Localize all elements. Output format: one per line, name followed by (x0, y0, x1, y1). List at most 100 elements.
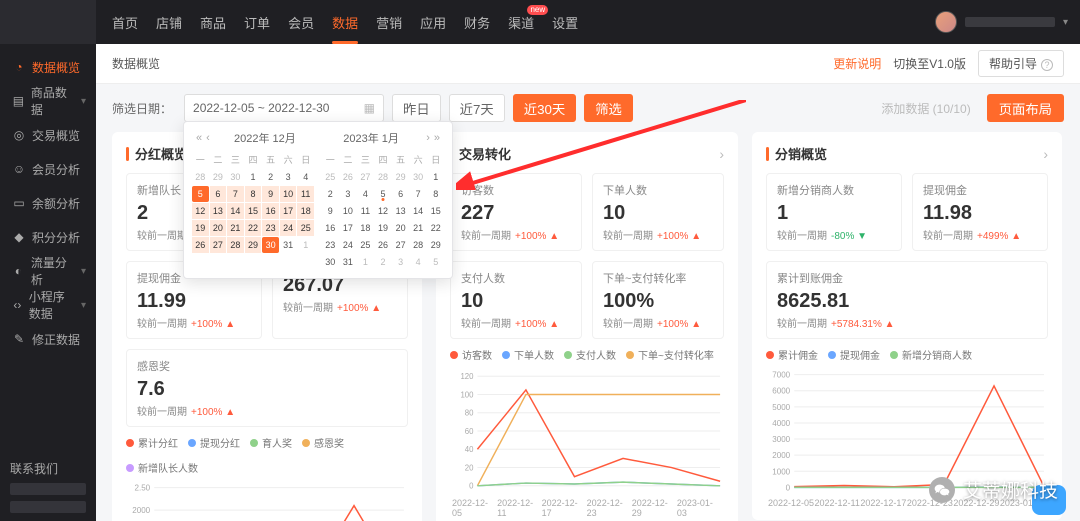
calendar-day[interactable]: 20 (210, 220, 227, 236)
calendar-day[interactable]: 27 (210, 237, 227, 253)
card-more[interactable]: › (719, 146, 724, 162)
layout-button[interactable]: 页面布局 (987, 94, 1064, 122)
sidebar-item-members[interactable]: ☺会员分析 (0, 152, 96, 186)
calendar-day[interactable]: 19 (375, 220, 392, 236)
calendar-day[interactable]: 5 (375, 186, 392, 202)
calendar-day[interactable]: 9 (262, 186, 279, 202)
calendar-day[interactable]: 31 (280, 237, 297, 253)
calendar-day[interactable]: 21 (410, 220, 427, 236)
calendar-day[interactable]: 25 (357, 237, 374, 253)
calendar-day[interactable]: 31 (340, 254, 357, 270)
calendar-day[interactable]: 22 (427, 220, 444, 236)
date-range-input[interactable]: 2022-12-05 ~ 2022-12-30 ▦ « ‹ 2022年 12月 … (184, 94, 384, 122)
calendar-day[interactable]: 30 (262, 237, 279, 253)
calendar-day[interactable]: 9 (322, 203, 339, 219)
card-more[interactable]: › (1043, 146, 1048, 162)
avatar[interactable] (935, 11, 957, 33)
nav-member[interactable]: 会员 (288, 1, 314, 44)
calendar-day[interactable]: 2 (262, 169, 279, 185)
calendar-day[interactable]: 14 (227, 203, 244, 219)
calendar-day[interactable]: 7 (410, 186, 427, 202)
sidebar-item-miniapp[interactable]: ‹›小程序数据▾ (0, 288, 96, 322)
calendar-day[interactable]: 26 (375, 237, 392, 253)
calendar-day[interactable]: 21 (227, 220, 244, 236)
nav-app[interactable]: 应用 (420, 1, 446, 44)
calendar-day[interactable]: 11 (357, 203, 374, 219)
calendar-day[interactable]: 14 (410, 203, 427, 219)
switch-version-link[interactable]: 切换至V1.0版 (893, 55, 966, 72)
calendar-day[interactable]: 28 (227, 237, 244, 253)
btn-30d[interactable]: 近30天 (513, 94, 576, 122)
btn-yesterday[interactable]: 昨日 (392, 94, 441, 122)
calendar-day[interactable]: 1 (427, 169, 444, 185)
calendar-day[interactable]: 30 (322, 254, 339, 270)
cal-prev-month[interactable]: ‹ (204, 132, 212, 144)
nav-home[interactable]: 首页 (112, 1, 138, 44)
calendar-day[interactable]: 24 (340, 237, 357, 253)
calendar-day[interactable]: 8 (245, 186, 262, 202)
calendar-day[interactable]: 11 (297, 186, 314, 202)
calendar-day[interactable]: 17 (340, 220, 357, 236)
calendar-day[interactable]: 25 (297, 220, 314, 236)
update-link[interactable]: 更新说明 (833, 55, 881, 72)
nav-order[interactable]: 订单 (244, 1, 270, 44)
legend-item[interactable]: 新增队长人数 (126, 460, 198, 475)
calendar-day[interactable]: 6 (210, 186, 227, 202)
nav-channel[interactable]: 渠道new (508, 1, 534, 44)
calendar-day[interactable]: 18 (297, 203, 314, 219)
chevron-down-icon[interactable]: ▾ (1063, 17, 1068, 28)
btn-7d[interactable]: 近7天 (449, 94, 505, 122)
calendar-day[interactable]: 28 (410, 237, 427, 253)
sidebar-item-fix[interactable]: ✎修正数据 (0, 322, 96, 356)
help-button[interactable]: 帮助引导? (978, 50, 1064, 77)
calendar-day[interactable]: 12 (192, 203, 209, 219)
calendar-day[interactable]: 17 (280, 203, 297, 219)
sidebar-item-points[interactable]: ◆积分分析 (0, 220, 96, 254)
calendar-day[interactable]: 2 (322, 186, 339, 202)
legend-item[interactable]: 支付人数 (564, 347, 616, 362)
calendar-day[interactable]: 29 (427, 237, 444, 253)
legend-item[interactable]: 累计分红 (126, 435, 178, 450)
calendar-popover[interactable]: « ‹ 2022年 12月 2023年 1月 › » 一二三四五六日282930… (183, 121, 453, 279)
nav-marketing[interactable]: 营销 (376, 1, 402, 44)
btn-filter[interactable]: 筛选 (584, 94, 633, 122)
calendar-day[interactable]: 5 (192, 186, 209, 202)
nav-data[interactable]: 数据 (332, 1, 358, 44)
nav-finance[interactable]: 财务 (464, 1, 490, 44)
calendar-day[interactable]: 8 (427, 186, 444, 202)
sidebar-item-trade[interactable]: ◎交易概览 (0, 118, 96, 152)
calendar-day[interactable]: 3 (280, 169, 297, 185)
shop-name[interactable] (965, 17, 1055, 27)
legend-item[interactable]: 下单~支付转化率 (626, 347, 714, 362)
calendar-day[interactable]: 10 (280, 186, 297, 202)
legend-item[interactable]: 累计佣金 (766, 347, 818, 362)
calendar-day[interactable]: 24 (280, 220, 297, 236)
calendar-day[interactable]: 6 (392, 186, 409, 202)
calendar-day[interactable]: 13 (210, 203, 227, 219)
calendar-day[interactable]: 18 (357, 220, 374, 236)
cal-next-year[interactable]: » (432, 132, 442, 144)
calendar-day[interactable]: 13 (392, 203, 409, 219)
legend-item[interactable]: 下单人数 (502, 347, 554, 362)
sidebar-item-overview[interactable]: ◔数据概览 (0, 50, 96, 84)
calendar-day[interactable]: 4 (357, 186, 374, 202)
calendar-day[interactable]: 23 (322, 237, 339, 253)
nav-settings[interactable]: 设置 (552, 1, 578, 44)
legend-item[interactable]: 育人奖 (250, 435, 292, 450)
calendar-day[interactable]: 26 (192, 237, 209, 253)
add-data-text[interactable]: 添加数据 (10/10) (881, 100, 970, 117)
calendar-day[interactable]: 15 (245, 203, 262, 219)
nav-goods[interactable]: 商品 (200, 1, 226, 44)
calendar-day[interactable]: 16 (322, 220, 339, 236)
cal-prev-year[interactable]: « (194, 132, 204, 144)
calendar-day[interactable]: 15 (427, 203, 444, 219)
legend-item[interactable]: 感恩奖 (302, 435, 344, 450)
calendar-day[interactable]: 23 (262, 220, 279, 236)
legend-item[interactable]: 访客数 (450, 347, 492, 362)
calendar-day[interactable]: 20 (392, 220, 409, 236)
sidebar-item-traffic[interactable]: ◐流量分析▾ (0, 254, 96, 288)
calendar-day[interactable]: 10 (340, 203, 357, 219)
sidebar-item-balance[interactable]: ▭余额分析 (0, 186, 96, 220)
sidebar-item-goods[interactable]: ▤商品数据▾ (0, 84, 96, 118)
calendar-day[interactable]: 16 (262, 203, 279, 219)
